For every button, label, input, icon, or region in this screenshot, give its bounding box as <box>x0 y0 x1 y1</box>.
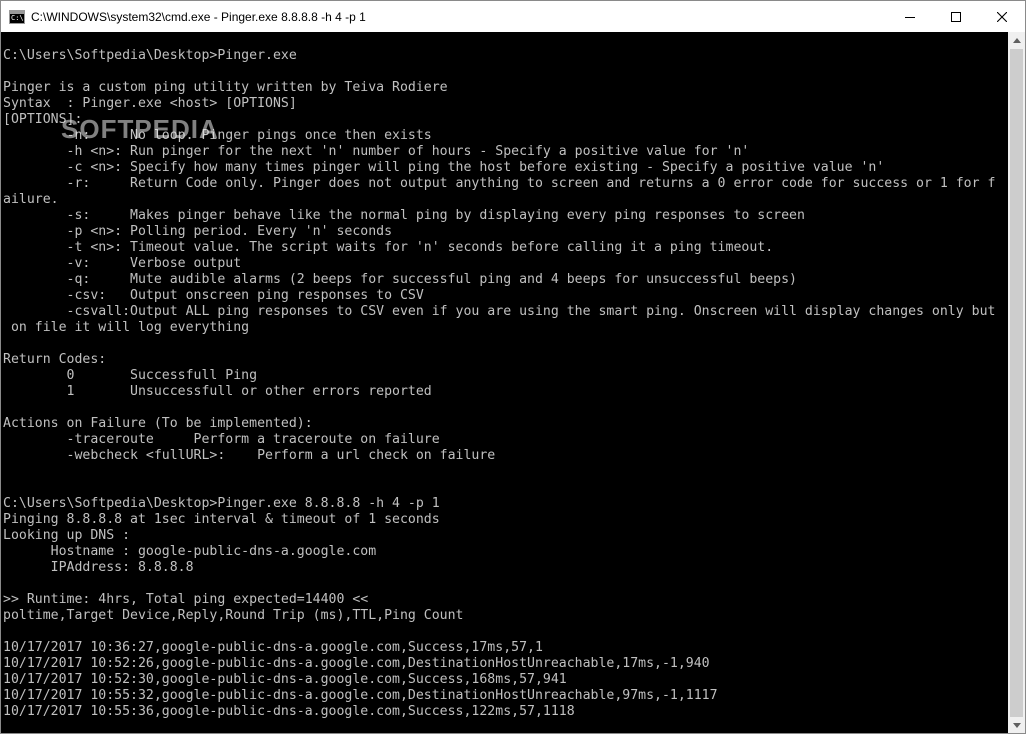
window-controls <box>887 1 1025 32</box>
console-line: 10/17/2017 10:55:36,google-public-dns-a.… <box>3 704 575 719</box>
console-line: -s: Makes pinger behave like the normal … <box>3 208 805 223</box>
console-line: ailure. <box>3 192 59 207</box>
console-line: -n: No loop. Pinger pings once then exis… <box>3 128 432 143</box>
console-line: -h <n>: Run pinger for the next 'n' numb… <box>3 144 750 159</box>
console-line: 10/17/2017 10:52:26,google-public-dns-a.… <box>3 656 710 671</box>
cmd-window: C:\ C:\WINDOWS\system32\cmd.exe - Pinger… <box>0 0 1026 734</box>
console-line: -r: Return Code only. Pinger does not ou… <box>3 176 996 191</box>
console-line: C:\Users\Softpedia\Desktop>Pinger.exe <box>3 48 297 63</box>
minimize-button[interactable] <box>887 1 933 32</box>
console-line: 1 Unsuccessfull or other errors reported <box>3 384 432 399</box>
console-line: -t <n>: Timeout value. The script waits … <box>3 240 774 255</box>
console-line: -webcheck <fullURL>: Perform a url check… <box>3 448 496 463</box>
title-bar[interactable]: C:\ C:\WINDOWS\system32\cmd.exe - Pinger… <box>1 1 1025 32</box>
console-line: IPAddress: 8.8.8.8 <box>3 560 194 575</box>
console-line: [OPTIONS]: <box>3 112 83 127</box>
console-line: Looking up DNS : <box>3 528 131 543</box>
maximize-button[interactable] <box>933 1 979 32</box>
console-text: C:\Users\Softpedia\Desktop>Pinger.exe Pin… <box>1 32 1008 720</box>
scroll-thumb[interactable] <box>1010 49 1023 717</box>
console-line: 10/17/2017 10:36:27,google-public-dns-a.… <box>3 640 543 655</box>
scroll-up-button[interactable] <box>1008 32 1025 49</box>
cmd-icon[interactable]: C:\ <box>9 9 25 24</box>
console-line: Syntax : Pinger.exe <host> [OPTIONS] <box>3 96 297 111</box>
scroll-up-icon <box>1012 38 1021 43</box>
minimize-icon <box>905 16 915 18</box>
console-line: 10/17/2017 10:52:30,google-public-dns-a.… <box>3 672 567 687</box>
maximize-icon <box>951 11 961 22</box>
window-title: C:\WINDOWS\system32\cmd.exe - Pinger.exe… <box>31 9 366 24</box>
console-line: -q: Mute audible alarms (2 beeps for suc… <box>3 272 797 287</box>
console-line: C:\Users\Softpedia\Desktop>Pinger.exe 8.… <box>3 496 440 511</box>
close-icon <box>997 11 1007 22</box>
close-button[interactable] <box>979 1 1025 32</box>
console-line: >> Runtime: 4hrs, Total ping expected=14… <box>3 592 369 607</box>
console-line: -c <n>: Specify how many times pinger wi… <box>3 160 885 175</box>
console-line: 10/17/2017 10:55:32,google-public-dns-a.… <box>3 688 718 703</box>
vertical-scrollbar[interactable] <box>1008 32 1025 733</box>
console-line: Pinger is a custom ping utility written … <box>3 80 448 95</box>
scroll-down-icon <box>1012 723 1021 728</box>
console-output[interactable]: C:\Users\Softpedia\Desktop>Pinger.exe Pin… <box>1 32 1008 733</box>
console-line: Return Codes: <box>3 352 107 367</box>
console-line: poltime,Target Device,Reply,Round Trip (… <box>3 608 464 623</box>
console-line: -v: Verbose output <box>3 256 242 271</box>
console-line: -csvall:Output ALL ping responses to CSV… <box>3 304 996 319</box>
console-line: -p <n>: Polling period. Every 'n' second… <box>3 224 393 239</box>
console-line: on file it will log everything <box>3 320 250 335</box>
console-line: Actions on Failure (To be implemented): <box>3 416 313 431</box>
console-line: 0 Successfull Ping <box>3 368 258 383</box>
console-line: -csv: Output onscreen ping responses to … <box>3 288 424 303</box>
console-line: -traceroute Perform a traceroute on fail… <box>3 432 440 447</box>
console-line: Pinging 8.8.8.8 at 1sec interval & timeo… <box>3 512 440 527</box>
console-line: Hostname : google-public-dns-a.google.co… <box>3 544 377 559</box>
scroll-down-button[interactable] <box>1008 717 1025 733</box>
